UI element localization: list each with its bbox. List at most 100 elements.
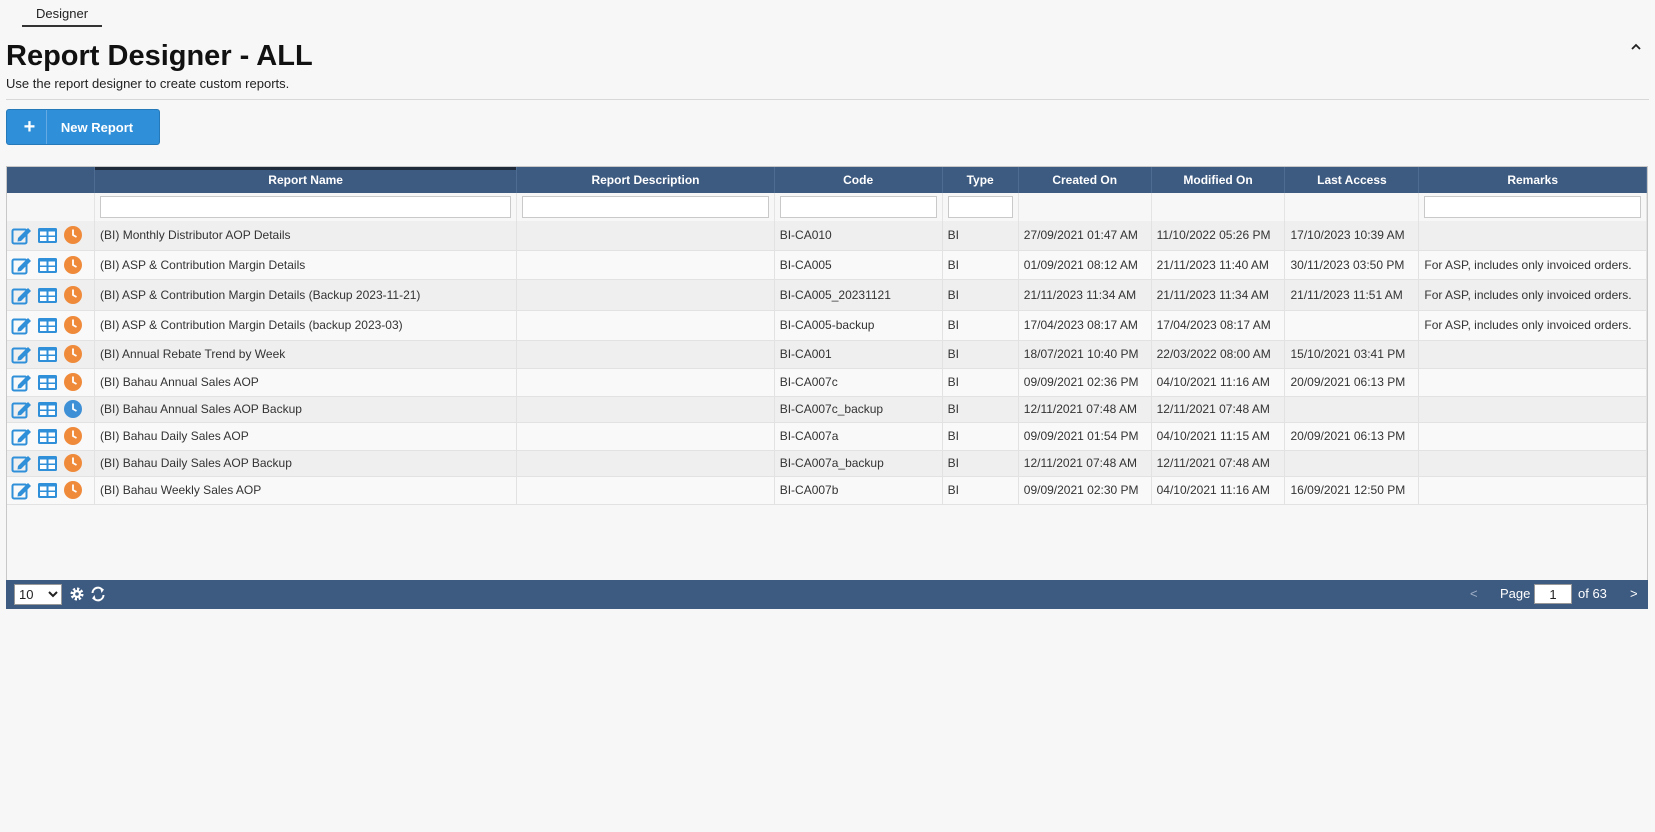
cell-remarks: For ASP, includes only invoiced orders. <box>1418 279 1647 311</box>
grid-view-icon[interactable] <box>37 480 59 500</box>
grid-view-icon[interactable] <box>37 255 59 275</box>
schedule-clock-icon[interactable] <box>63 453 85 473</box>
col-report-description-header[interactable]: Report Description <box>516 167 775 193</box>
filter-report-name-input[interactable] <box>100 196 512 218</box>
edit-icon[interactable] <box>11 399 33 419</box>
edit-icon[interactable] <box>11 372 33 392</box>
filter-created-cell <box>1018 193 1152 221</box>
cell-modified-on: 12/11/2021 07:48 AM <box>1151 450 1286 477</box>
schedule-clock-icon[interactable] <box>63 225 85 245</box>
col-created-on-header[interactable]: Created On <box>1018 167 1152 193</box>
tab-designer[interactable]: Designer <box>22 0 103 27</box>
col-modified-on-header[interactable]: Modified On <box>1151 167 1286 193</box>
edit-icon[interactable] <box>11 426 33 446</box>
cell-created-on: 18/07/2021 10:40 PM <box>1018 340 1152 369</box>
col-actions-header <box>7 167 96 193</box>
page-size-select[interactable]: 10 <box>14 584 62 605</box>
table-row[interactable]: (BI) Bahau Daily Sales AOP Backup BI-CA00… <box>7 450 1647 477</box>
cell-remarks <box>1418 368 1647 397</box>
prev-page-button[interactable]: < <box>1470 586 1478 601</box>
next-page-button[interactable]: > <box>1630 586 1638 601</box>
new-report-label: New Report <box>60 119 134 135</box>
table-row[interactable]: (BI) Bahau Daily Sales AOP BI-CA007a BI 09/… <box>7 422 1647 451</box>
filter-report-name-cell <box>94 193 518 221</box>
filter-description-input[interactable] <box>522 196 769 218</box>
schedule-clock-icon[interactable] <box>63 255 85 275</box>
cell-last-access: 20/09/2021 06:13 PM <box>1284 368 1420 397</box>
cell-remarks <box>1418 221 1647 251</box>
table-row[interactable]: (BI) ASP & Contribution Margin Details (… <box>7 279 1647 311</box>
table-row[interactable]: (BI) Monthly Distributor AOP Details BI-C… <box>7 221 1647 251</box>
filter-code-input[interactable] <box>779 196 937 218</box>
chevron-up-icon[interactable] <box>1629 40 1643 54</box>
grid-view-icon[interactable] <box>37 344 59 364</box>
table-row[interactable]: (BI) Bahau Weekly Sales AOP BI-CA007b BI 09… <box>7 476 1647 505</box>
grid-view-icon[interactable] <box>37 225 59 245</box>
grid-view-icon[interactable] <box>37 372 59 392</box>
schedule-clock-icon[interactable] <box>63 480 85 500</box>
filter-remarks-input[interactable] <box>1424 196 1641 218</box>
grid-view-icon[interactable] <box>37 315 59 335</box>
gear-icon[interactable] <box>69 586 85 602</box>
edit-icon[interactable] <box>11 285 33 305</box>
col-type-header[interactable]: Type <box>942 167 1019 193</box>
grid-view-icon[interactable] <box>37 453 59 473</box>
new-report-button[interactable]: + New Report <box>6 109 160 145</box>
edit-icon[interactable] <box>11 453 33 473</box>
grid-view-icon[interactable] <box>37 285 59 305</box>
edit-icon[interactable] <box>11 255 33 275</box>
cell-report-name[interactable]: (BI) ASP & Contribution Margin Details <box>94 250 518 280</box>
cell-report-name[interactable]: (BI) Bahau Weekly Sales AOP <box>94 476 518 505</box>
cell-code: BI-CA005_20231121 <box>774 279 943 311</box>
edit-icon[interactable] <box>11 315 33 335</box>
table-row[interactable]: (BI) ASP & Contribution Margin Details BI… <box>7 250 1647 280</box>
cell-last-access: 17/10/2023 10:39 AM <box>1284 221 1420 251</box>
cell-report-name[interactable]: (BI) ASP & Contribution Margin Details (… <box>94 279 518 311</box>
filter-last-access-cell <box>1284 193 1420 221</box>
table-row[interactable]: (BI) ASP & Contribution Margin Details (… <box>7 310 1647 341</box>
schedule-clock-icon[interactable] <box>63 372 85 392</box>
cell-report-name[interactable]: (BI) Monthly Distributor AOP Details <box>94 221 518 251</box>
edit-icon[interactable] <box>11 344 33 364</box>
filter-type-input[interactable] <box>947 196 1013 218</box>
cell-created-on: 12/11/2021 07:48 AM <box>1018 396 1152 423</box>
cell-report-description <box>516 310 775 341</box>
table-row[interactable]: (BI) Bahau Annual Sales AOP Backup BI-CA0… <box>7 396 1647 423</box>
cell-remarks <box>1418 340 1647 369</box>
cell-report-name[interactable]: (BI) Bahau Annual Sales AOP Backup <box>94 396 518 423</box>
cell-type: BI <box>942 396 1019 423</box>
cell-report-name[interactable]: (BI) ASP & Contribution Margin Details (… <box>94 310 518 341</box>
cell-modified-on: 04/10/2021 11:15 AM <box>1151 422 1286 451</box>
cell-code: BI-CA007c <box>774 368 943 397</box>
header-row: Report Name Report Description Code Type… <box>7 167 1647 193</box>
edit-icon[interactable] <box>11 480 33 500</box>
cell-type: BI <box>942 221 1019 251</box>
current-page-input[interactable] <box>1534 584 1572 604</box>
table-row[interactable]: (BI) Annual Rebate Trend by Week BI-CA001… <box>7 340 1647 369</box>
row-actions-cell <box>7 396 96 423</box>
cell-report-name[interactable]: (BI) Bahau Daily Sales AOP <box>94 422 518 451</box>
cell-modified-on: 21/11/2023 11:40 AM <box>1151 250 1286 280</box>
col-last-access-header[interactable]: Last Access <box>1284 167 1420 193</box>
cell-modified-on: 04/10/2021 11:16 AM <box>1151 476 1286 505</box>
cell-report-name[interactable]: (BI) Bahau Daily Sales AOP Backup <box>94 450 518 477</box>
cell-report-name[interactable]: (BI) Annual Rebate Trend by Week <box>94 340 518 369</box>
grid-view-icon[interactable] <box>37 399 59 419</box>
col-report-name-header[interactable]: Report Name <box>94 167 518 193</box>
edit-icon[interactable] <box>11 225 33 245</box>
cell-code: BI-CA005 <box>774 250 943 280</box>
schedule-clock-icon[interactable] <box>63 315 85 335</box>
page-title: Report Designer - ALL <box>6 40 313 72</box>
schedule-clock-icon[interactable] <box>63 399 85 419</box>
tab-bar: Designer <box>22 0 103 27</box>
schedule-clock-icon[interactable] <box>63 344 85 364</box>
col-remarks-header[interactable]: Remarks <box>1418 167 1647 193</box>
refresh-icon[interactable] <box>89 585 107 603</box>
schedule-clock-icon[interactable] <box>63 285 85 305</box>
table-row[interactable]: (BI) Bahau Annual Sales AOP BI-CA007c BI 09… <box>7 368 1647 397</box>
schedule-clock-icon[interactable] <box>63 426 85 446</box>
grid-view-icon[interactable] <box>37 426 59 446</box>
col-code-header[interactable]: Code <box>774 167 943 193</box>
cell-report-name[interactable]: (BI) Bahau Annual Sales AOP <box>94 368 518 397</box>
row-actions-cell <box>7 340 96 369</box>
